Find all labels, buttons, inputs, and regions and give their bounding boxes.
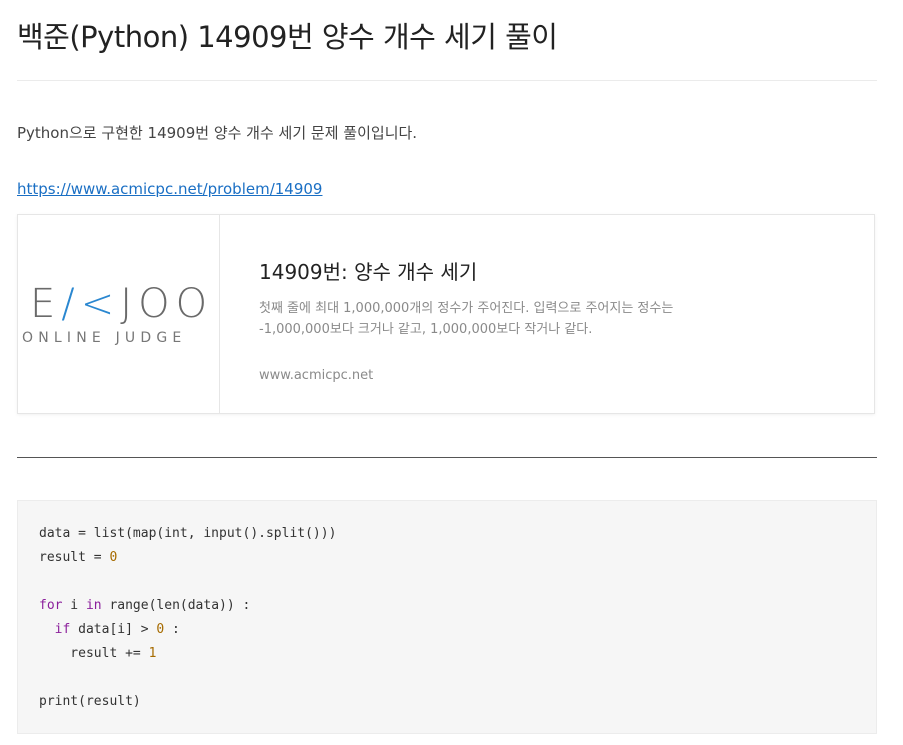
intro-text: Python으로 구현한 14909번 양수 개수 세기 문제 풀이입니다.	[17, 124, 418, 142]
code-line-6: result +=	[39, 646, 149, 661]
card-host: www.acmicpc.net	[259, 368, 374, 383]
code-block: data = list(map(int, input().split())) r…	[17, 500, 877, 734]
code-content: data = list(map(int, input().split())) r…	[39, 526, 337, 709]
code-number: 0	[109, 550, 118, 565]
code-line-2: result =	[39, 550, 110, 565]
card-title: 14909번: 양수 개수 세기	[259, 260, 478, 284]
logo-letter-angle: <	[80, 281, 121, 327]
code-keyword-for: for	[39, 598, 63, 613]
page-title: 백준(Python) 14909번 양수 개수 세기 풀이	[17, 20, 558, 54]
section-divider	[17, 457, 877, 458]
logo-letter-j: J	[120, 281, 139, 327]
logo-letter-o2: O	[175, 281, 214, 327]
title-divider	[17, 80, 877, 81]
code-line-1: data = list(map(int, input().split()))	[39, 526, 337, 541]
logo-subtitle: ONLINE JUDGE	[22, 330, 187, 346]
logo-letter-e: E	[30, 281, 62, 327]
code-keyword-if: if	[54, 622, 71, 637]
logo-letter-slash: /	[61, 281, 81, 327]
link-preview-card[interactable]: E/<JOO ONLINE JUDGE 14909번: 양수 개수 세기 첫째 …	[17, 214, 875, 414]
logo-letter-o1: O	[138, 281, 176, 327]
code-keyword-in: in	[85, 598, 102, 613]
code-line-8: print(result)	[39, 694, 141, 709]
baekjoon-logo: E/<JOO	[30, 281, 213, 327]
page: 백준(Python) 14909번 양수 개수 세기 풀이 Python으로 구…	[0, 0, 903, 745]
problem-link[interactable]: https://www.acmicpc.net/problem/14909	[17, 180, 322, 198]
card-thumbnail: E/<JOO ONLINE JUDGE	[18, 215, 220, 413]
code-number: 1	[148, 646, 157, 661]
card-description: 첫째 줄에 최대 1,000,000개의 정수가 주어진다. 입력으로 주어지는…	[259, 301, 674, 337]
